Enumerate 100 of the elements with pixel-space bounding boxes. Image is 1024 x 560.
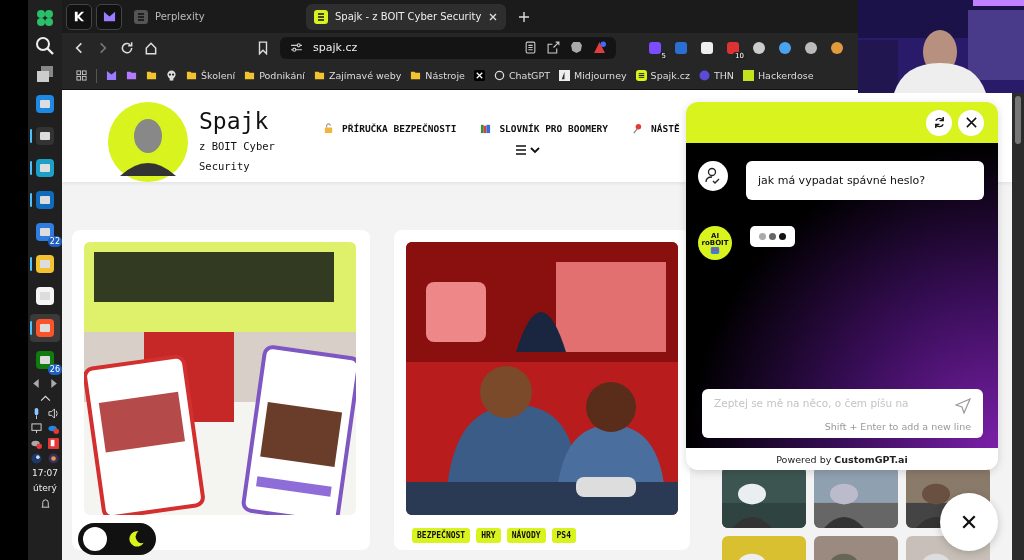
app-badge: 26	[47, 364, 62, 375]
clock-day[interactable]: úterý	[33, 483, 57, 494]
pin-icon[interactable]	[632, 123, 644, 134]
folder-icon[interactable]	[313, 70, 325, 81]
windows-stack-icon[interactable]	[35, 64, 55, 84]
bookmark-logo-icon[interactable]	[106, 70, 117, 81]
logo-icon[interactable]	[102, 10, 116, 23]
browser-tab[interactable]: Spajk - z BOIT Cyber Security	[306, 3, 507, 30]
folder-icon[interactable]	[244, 70, 256, 81]
folder-icon[interactable]	[126, 70, 137, 81]
app-tray-icon[interactable]	[48, 453, 59, 464]
folder-icon[interactable]	[146, 70, 157, 81]
nav-link[interactable]: SLOVNÍK PRO BOOMERY	[499, 123, 609, 134]
reload-icon[interactable]	[120, 40, 134, 55]
shield-icon[interactable]	[570, 41, 583, 54]
bookmark-folder[interactable]: Nástroje	[425, 70, 465, 81]
apps-grid-icon[interactable]	[76, 70, 87, 81]
menu-icon[interactable]	[515, 144, 541, 156]
app-icon[interactable]	[35, 126, 55, 146]
cloud-error-icon[interactable]	[48, 423, 59, 434]
site-settings-icon[interactable]	[290, 41, 303, 54]
extension-icon[interactable]	[778, 40, 792, 55]
bookmark-folder[interactable]: Podnikání	[259, 70, 305, 81]
left-arrow-icon[interactable]	[31, 378, 42, 389]
site-logo-icon[interactable]	[635, 70, 647, 81]
square-logo-icon[interactable]	[742, 70, 754, 81]
share-icon[interactable]	[547, 41, 560, 54]
app-icon[interactable]	[35, 190, 55, 210]
ring-logo-icon[interactable]	[493, 70, 505, 81]
extension-icon[interactable]	[804, 40, 818, 55]
chevron-up-icon[interactable]	[39, 393, 51, 404]
nav-link[interactable]: PŘÍRUČKA BEZPEČNOSTI	[342, 123, 457, 134]
nav-link[interactable]: NÁSTĚ	[651, 123, 680, 134]
bookmark-folder[interactable]: Školení	[201, 70, 236, 81]
x-logo-icon[interactable]	[473, 70, 485, 81]
close-icon[interactable]	[961, 514, 977, 530]
taskbar-app[interactable]	[30, 314, 60, 342]
app-icon[interactable]	[35, 318, 55, 338]
chat-message: jak má vypadat spávné heslo?	[746, 161, 984, 200]
robot-icon	[710, 246, 720, 254]
powered-by-link[interactable]: Powered by CustomGPT.ai	[776, 453, 908, 465]
close-button[interactable]	[958, 109, 984, 136]
bookmark-icon[interactable]	[256, 40, 270, 55]
tag[interactable]: NÁVODY	[506, 528, 546, 543]
scrollbar[interactable]	[1012, 90, 1024, 560]
favicon-icon	[314, 9, 328, 24]
bookmark-link[interactable]: ChatGPT	[508, 70, 551, 81]
taskbar-app[interactable]: 22	[30, 218, 60, 246]
app-icon[interactable]	[35, 254, 55, 274]
close-icon[interactable]	[964, 116, 978, 129]
skull-icon[interactable]	[166, 70, 177, 81]
bookmark-link[interactable]: Hackerdose	[757, 70, 814, 81]
app-tray-icon[interactable]	[48, 438, 59, 449]
bell-icon[interactable]	[39, 498, 51, 509]
refresh-button[interactable]	[926, 109, 952, 136]
monitor-icon[interactable]	[31, 423, 42, 434]
input-hint: Shift + Enter to add a new line	[824, 421, 971, 432]
bookmark-link[interactable]: Midjourney	[574, 70, 627, 81]
browser-tab[interactable]: Perplexity	[126, 3, 302, 30]
books-icon[interactable]	[480, 123, 492, 134]
right-arrow-icon[interactable]	[48, 378, 59, 389]
send-icon[interactable]	[955, 398, 971, 414]
circle-logo-icon[interactable]	[698, 70, 710, 81]
logo-icon[interactable]	[72, 10, 86, 23]
cloud-error-icon[interactable]	[31, 438, 42, 449]
pinned-tab[interactable]	[96, 3, 122, 30]
bookmark-folder[interactable]: Zajímavé weby	[328, 70, 402, 81]
extension-icon[interactable]	[700, 40, 714, 55]
app-icon[interactable]	[35, 94, 55, 114]
search-icon[interactable]	[35, 36, 55, 56]
moon-icon[interactable]	[127, 530, 145, 548]
steam-icon[interactable]	[31, 453, 42, 464]
taskbar-app[interactable]: 26	[30, 346, 60, 374]
extension-icon[interactable]	[752, 40, 766, 55]
app-icon[interactable]	[35, 286, 55, 306]
folder-icon[interactable]	[410, 70, 422, 81]
site-title[interactable]: Spajk	[199, 106, 295, 136]
address-bar[interactable]: spajk.cz	[280, 36, 616, 59]
refresh-icon[interactable]	[932, 116, 946, 129]
new-tab-icon[interactable]	[518, 10, 531, 23]
speaker-icon[interactable]	[48, 408, 59, 419]
light-mode-icon[interactable]	[83, 527, 107, 551]
folder-icon[interactable]	[186, 70, 197, 81]
bookmark-link[interactable]: THN	[713, 70, 734, 81]
clover-icon[interactable]	[35, 8, 55, 28]
clock-time[interactable]: 17:07	[32, 468, 58, 479]
tag[interactable]: BEZPEČNOST	[412, 528, 471, 543]
triangle-icon[interactable]	[593, 41, 606, 54]
tag[interactable]: HRY	[476, 528, 501, 543]
site-subtitle: z BOIT Cyber Security	[199, 139, 276, 174]
sail-logo-icon[interactable]	[559, 70, 571, 81]
app-icon[interactable]	[35, 158, 55, 178]
user-avatar-icon	[698, 161, 728, 191]
reader-icon[interactable]	[524, 41, 537, 54]
bookmark-link[interactable]: Spajk.cz	[650, 70, 690, 81]
home-icon[interactable]	[144, 40, 158, 55]
app-badge: 22	[47, 236, 62, 247]
tag[interactable]: PS4	[551, 528, 576, 543]
pinned-tab[interactable]	[66, 3, 92, 30]
cookie-icon[interactable]	[830, 40, 844, 55]
